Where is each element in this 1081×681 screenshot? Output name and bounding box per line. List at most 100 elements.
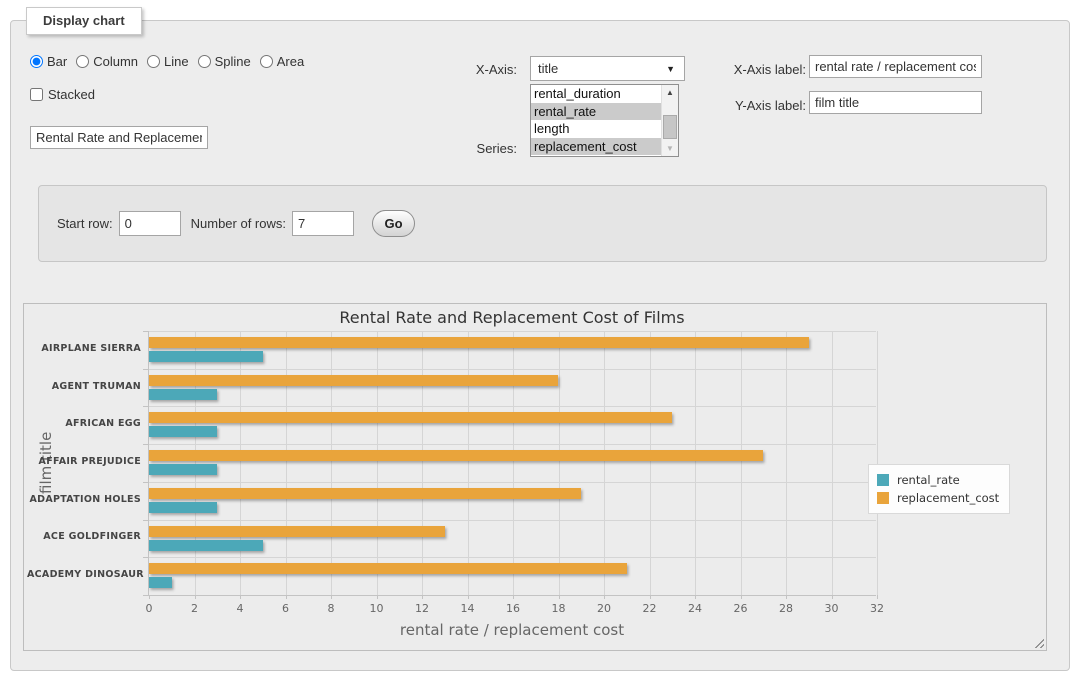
legend-label: rental_rate <box>897 473 960 487</box>
legend-label: replacement_cost <box>897 491 999 505</box>
radio-spline[interactable] <box>198 55 211 68</box>
y-tick-mark <box>143 444 149 445</box>
chart-title: Rental Rate and Replacement Cost of Film… <box>148 308 876 327</box>
series-select-label: Series: <box>400 141 517 156</box>
radio-label: Line <box>164 54 189 69</box>
gridline-horizontal <box>149 520 876 521</box>
y-tick-mark <box>143 482 149 483</box>
chart-type-spline[interactable]: Spline <box>198 54 251 69</box>
x-tick-label: 16 <box>495 602 531 615</box>
bar-rental_rate[interactable] <box>149 389 217 400</box>
y-tick-mark <box>143 406 149 407</box>
legend-item-replacement_cost[interactable]: replacement_cost <box>877 489 999 507</box>
series-option-replacement_cost[interactable]: replacement_cost <box>531 138 661 156</box>
stacked-checkbox[interactable] <box>30 88 43 101</box>
x-axis-select[interactable]: title ▼ <box>530 56 685 81</box>
series-options: rental_durationrental_ratelengthreplacem… <box>531 85 661 156</box>
bar-replacement_cost[interactable] <box>149 412 672 423</box>
bar-rental_rate[interactable] <box>149 502 217 513</box>
bar-replacement_cost[interactable] <box>149 450 763 461</box>
listbox-scrollbar[interactable]: ▲ ▼ <box>661 85 678 156</box>
bar-replacement_cost[interactable] <box>149 375 558 386</box>
radio-line[interactable] <box>147 55 160 68</box>
chart-title-input[interactable] <box>30 126 208 149</box>
gridline-vertical <box>195 331 196 595</box>
series-option-rental_duration[interactable]: rental_duration <box>531 85 661 103</box>
bar-rental_rate[interactable] <box>149 426 217 437</box>
x-axis-label-label: X-Axis label: <box>687 62 806 77</box>
chart-legend: rental_rate replacement_cost <box>868 464 1010 514</box>
radio-label: Bar <box>47 54 67 69</box>
gridline-horizontal <box>149 482 876 483</box>
display-chart-fieldset: Display chart BarColumnLineSplineArea St… <box>10 20 1070 671</box>
bar-replacement_cost[interactable] <box>149 526 445 537</box>
resize-handle-icon[interactable] <box>1032 636 1044 648</box>
go-button[interactable]: Go <box>372 210 415 237</box>
bar-replacement_cost[interactable] <box>149 337 809 348</box>
gridline-vertical <box>877 331 878 595</box>
chart-type-line[interactable]: Line <box>147 54 189 69</box>
gridline-horizontal <box>149 406 876 407</box>
chart-type-column[interactable]: Column <box>76 54 138 69</box>
bar-replacement_cost[interactable] <box>149 563 627 574</box>
scroll-up-icon[interactable]: ▲ <box>662 85 678 100</box>
x-tick-label: 20 <box>586 602 622 615</box>
x-tick-label: 6 <box>268 602 304 615</box>
radio-bar[interactable] <box>30 55 43 68</box>
gridline-vertical <box>240 331 241 595</box>
category-label: AFRICAN EGG <box>27 418 141 429</box>
bar-rental_rate[interactable] <box>149 464 217 475</box>
scroll-down-icon[interactable]: ▼ <box>662 141 678 156</box>
series-listbox[interactable]: rental_durationrental_ratelengthreplacem… <box>530 84 679 157</box>
scrollbar-thumb[interactable] <box>663 115 677 139</box>
radio-area[interactable] <box>260 55 273 68</box>
legend-swatch-icon <box>877 492 889 504</box>
plot-area: 02468101214161820222426283032AIRPLANE SI… <box>148 331 876 595</box>
x-tick-label: 10 <box>359 602 395 615</box>
chart-type-bar[interactable]: Bar <box>30 54 67 69</box>
gridline-vertical <box>377 331 378 595</box>
category-label: ADAPTATION HOLES <box>27 494 141 505</box>
stacked-checkbox-row[interactable]: Stacked <box>30 87 95 102</box>
x-axis-title: rental rate / replacement cost <box>148 621 876 639</box>
category-label: AFFAIR PREJUDICE <box>27 456 141 467</box>
gridline-vertical <box>286 331 287 595</box>
x-tick-label: 2 <box>177 602 213 615</box>
x-tick-label: 24 <box>677 602 713 615</box>
x-tick-label: 30 <box>814 602 850 615</box>
x-tick-label: 14 <box>450 602 486 615</box>
x-axis-selected-value: title <box>538 61 666 76</box>
category-label: AIRPLANE SIERRA <box>27 343 141 354</box>
x-axis-label-input[interactable] <box>809 55 982 78</box>
legend-swatch-icon <box>877 474 889 486</box>
bar-replacement_cost[interactable] <box>149 488 581 499</box>
gridline-horizontal <box>149 557 876 558</box>
series-option-rental_rate[interactable]: rental_rate <box>531 103 661 121</box>
category-label: AGENT TRUMAN <box>27 381 141 392</box>
x-tick-label: 12 <box>404 602 440 615</box>
bar-rental_rate[interactable] <box>149 577 172 588</box>
bar-rental_rate[interactable] <box>149 351 263 362</box>
number-of-rows-input[interactable] <box>292 211 354 236</box>
x-tick-label: 8 <box>313 602 349 615</box>
y-axis-label-input[interactable] <box>809 91 982 114</box>
series-option-length[interactable]: length <box>531 120 661 138</box>
y-tick-mark <box>143 520 149 521</box>
gridline-vertical <box>695 331 696 595</box>
x-tick-label: 32 <box>859 602 895 615</box>
chart-type-area[interactable]: Area <box>260 54 304 69</box>
start-row-input[interactable] <box>119 211 181 236</box>
gridline-horizontal <box>149 444 876 445</box>
x-axis-select-label: X-Axis: <box>400 62 517 77</box>
radio-label: Spline <box>215 54 251 69</box>
legend-item-rental_rate[interactable]: rental_rate <box>877 471 999 489</box>
stacked-label: Stacked <box>48 87 95 102</box>
gridline-vertical <box>741 331 742 595</box>
bar-rental_rate[interactable] <box>149 540 263 551</box>
y-tick-mark <box>143 369 149 370</box>
start-row-label: Start row: <box>57 216 113 231</box>
radio-column[interactable] <box>76 55 89 68</box>
x-tick-label: 0 <box>131 602 167 615</box>
gridline-vertical <box>513 331 514 595</box>
x-tick-label: 22 <box>632 602 668 615</box>
